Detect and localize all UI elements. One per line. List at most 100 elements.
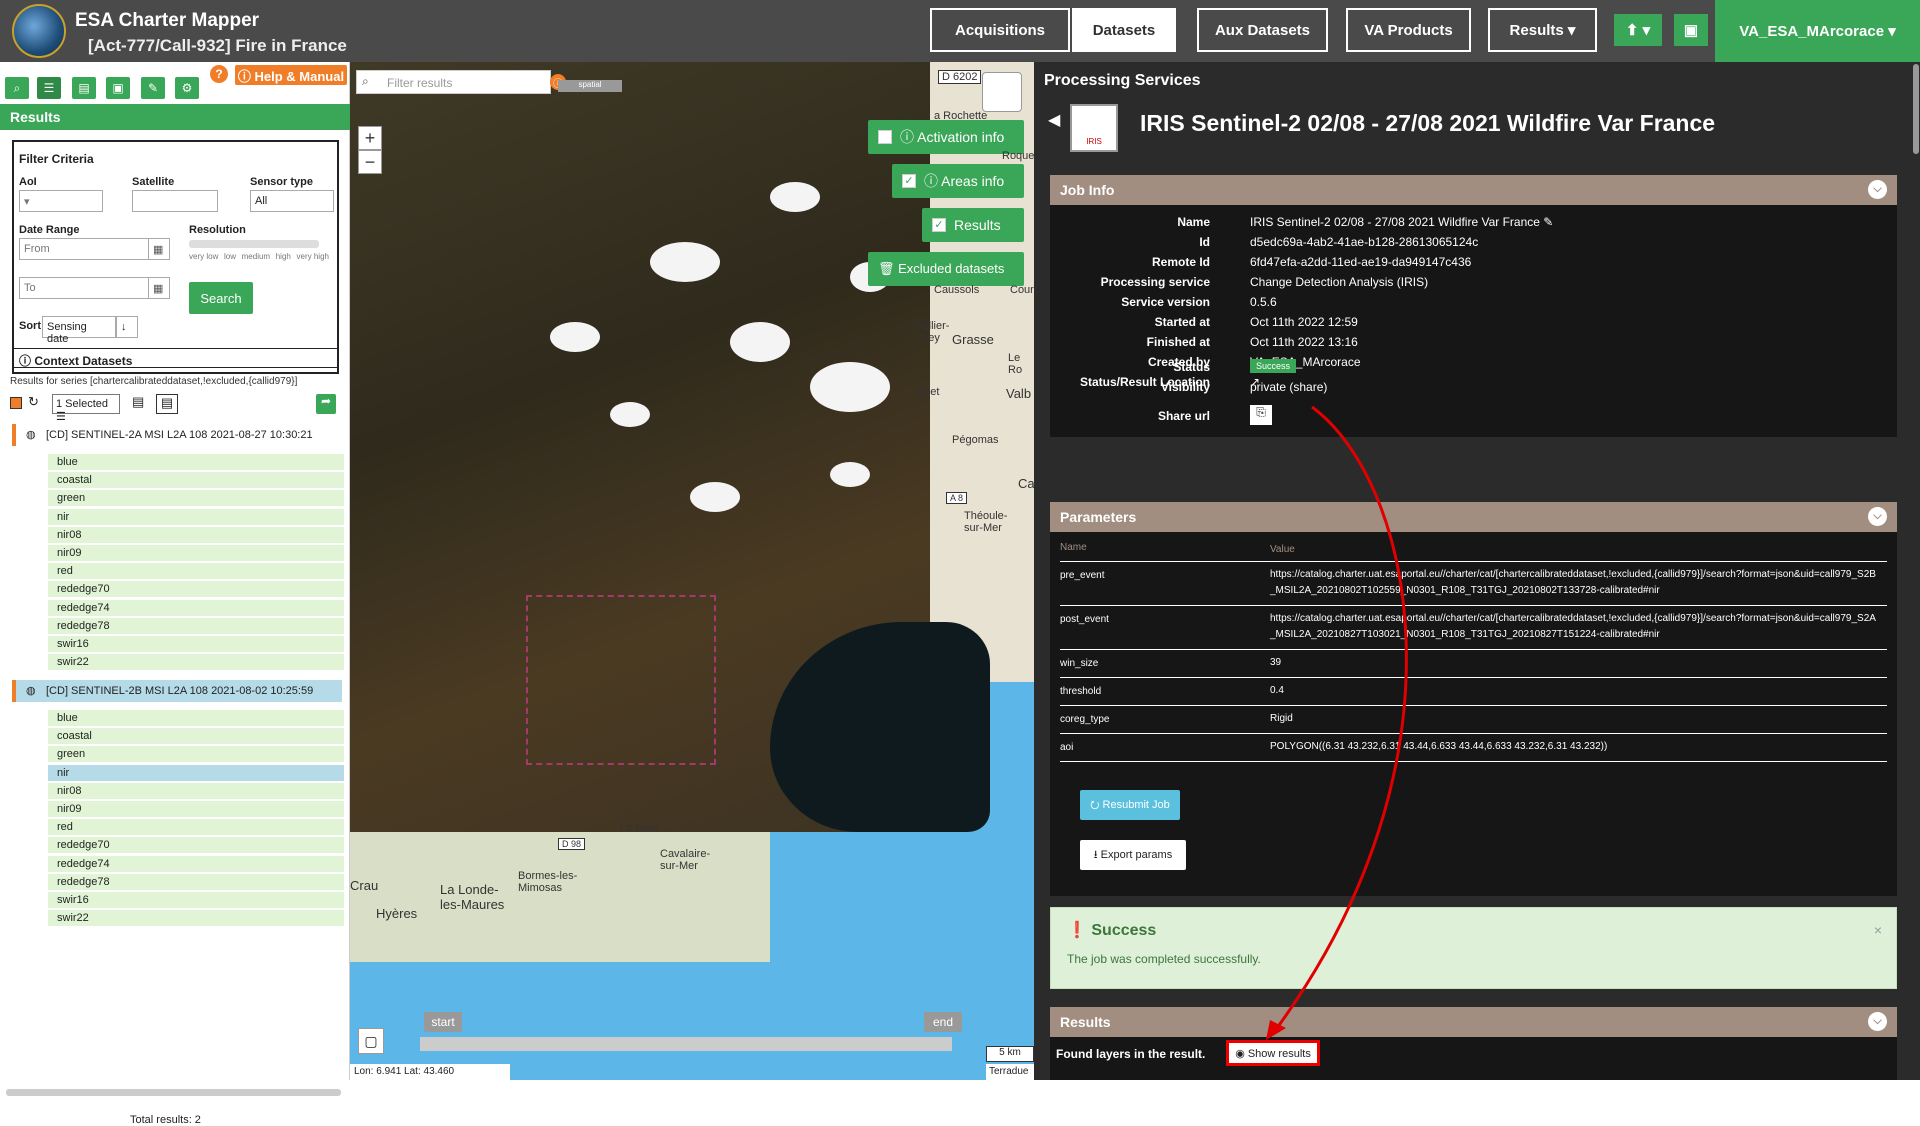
cloud bbox=[770, 182, 820, 212]
band-item[interactable]: red bbox=[48, 819, 344, 837]
checkbox[interactable] bbox=[878, 130, 892, 144]
app-title: ESA Charter Mapper bbox=[75, 10, 260, 31]
band-item[interactable]: nir bbox=[48, 764, 344, 782]
share-icon[interactable]: ➦ bbox=[316, 394, 336, 414]
band-item[interactable]: coastal bbox=[48, 728, 344, 746]
vertical-scrollbar[interactable] bbox=[1913, 64, 1919, 154]
place-label: Vallier- -hiey bbox=[916, 320, 950, 344]
satellite-input[interactable] bbox=[132, 190, 218, 212]
nav-results[interactable]: Results ▾ bbox=[1488, 8, 1597, 52]
nav-datasets[interactable]: Datasets bbox=[1072, 8, 1176, 52]
basket-add-icon[interactable]: ▤ bbox=[132, 394, 144, 410]
band-item[interactable]: swir16 bbox=[48, 892, 344, 909]
band-item[interactable]: blue bbox=[48, 454, 344, 471]
aoi-select[interactable]: ▾ bbox=[19, 190, 103, 212]
cloud bbox=[690, 482, 740, 512]
band-item[interactable]: blue bbox=[48, 710, 344, 727]
search-icon: ⌕ bbox=[362, 74, 369, 88]
filter-title: Filter Criteria bbox=[19, 152, 94, 166]
band-item[interactable]: nir09 bbox=[48, 545, 344, 562]
archive-icon[interactable]: ▣ bbox=[106, 77, 130, 99]
button-label: ⓘ Areas info bbox=[924, 173, 1005, 189]
search-icon[interactable]: ⌕ bbox=[5, 77, 29, 99]
calendar-icon[interactable]: ▦ bbox=[148, 277, 170, 299]
date-from-input[interactable]: From bbox=[19, 238, 149, 260]
areas-info-button[interactable]: ✓ ⓘ Areas info bbox=[892, 164, 1024, 198]
timeline-start[interactable]: start bbox=[424, 1012, 462, 1032]
gear-icon[interactable]: ⚙ bbox=[175, 77, 199, 99]
band-item[interactable]: green bbox=[48, 746, 344, 764]
refresh-icon[interactable]: ↻ bbox=[28, 394, 39, 410]
band-item[interactable]: rededge78 bbox=[48, 873, 344, 891]
band-item[interactable]: red bbox=[48, 563, 344, 581]
horizontal-scrollbar[interactable] bbox=[6, 1089, 341, 1096]
band-item[interactable]: green bbox=[48, 490, 344, 508]
spatial-tag: spatial bbox=[558, 80, 622, 92]
cloud bbox=[730, 322, 790, 362]
nav-aux-datasets[interactable]: Aux Datasets bbox=[1197, 8, 1328, 52]
place-label: Le Ro bbox=[1008, 352, 1023, 376]
tick-label: medium bbox=[241, 252, 271, 261]
map-view[interactable]: Filter results ⌕ ⓘ spatial + − ⓘ Activat… bbox=[350, 62, 1034, 1080]
band-item[interactable]: nir08 bbox=[48, 526, 344, 544]
sensor-type-select[interactable]: All bbox=[250, 190, 334, 212]
checkbox[interactable]: ✓ bbox=[902, 174, 916, 188]
band-item[interactable]: nir08 bbox=[48, 782, 344, 800]
band-item[interactable]: rededge74 bbox=[48, 855, 344, 873]
zoom-out-button[interactable]: − bbox=[358, 150, 382, 174]
total-results: Total results: 2 bbox=[130, 1114, 201, 1126]
filter-results-input[interactable]: Filter results bbox=[356, 70, 551, 94]
nav-acquisitions[interactable]: Acquisitions bbox=[930, 8, 1070, 52]
band-item[interactable]: nir bbox=[48, 508, 344, 526]
place-label: Valb bbox=[1006, 386, 1032, 401]
sort-select[interactable]: Sensing date bbox=[42, 316, 116, 345]
dataset-row[interactable]: ◍ [CD] SENTINEL-2A MSI L2A 108 2021-08-2… bbox=[12, 424, 342, 446]
band-item[interactable]: nir09 bbox=[48, 801, 344, 818]
place-label: Grasse bbox=[952, 332, 994, 347]
tool-row: ⌕ ☰ ▤ ▣ ✎ ⚙ ? ⓘ Help & Manual bbox=[0, 62, 350, 102]
resolution-label: Resolution bbox=[189, 224, 246, 236]
basket-remove-icon[interactable]: ▤ bbox=[156, 394, 178, 414]
search-button[interactable]: Search bbox=[189, 282, 253, 314]
button-label: Results bbox=[954, 217, 1001, 233]
draw-rectangle-icon[interactable]: ▢ bbox=[358, 1028, 384, 1054]
aoi-label: AoI bbox=[19, 176, 37, 188]
band-item[interactable]: swir16 bbox=[48, 636, 344, 653]
band-item[interactable]: coastal bbox=[48, 472, 344, 490]
band-item[interactable]: swir22 bbox=[48, 910, 344, 928]
band-item[interactable]: rededge70 bbox=[48, 581, 344, 599]
selected-dropdown[interactable]: 1 Selected ☰ bbox=[52, 394, 120, 423]
timeline-end[interactable]: end bbox=[924, 1012, 962, 1032]
nav-va-products[interactable]: VA Products bbox=[1346, 8, 1471, 52]
basket-icon[interactable]: ▤ bbox=[72, 77, 96, 99]
pencil-icon[interactable]: ✎ bbox=[141, 77, 165, 99]
band-item[interactable]: swir22 bbox=[48, 654, 344, 672]
dataset-row[interactable]: ◍ [CD] SENTINEL-2B MSI L2A 108 2021-08-0… bbox=[12, 680, 342, 702]
place-label: Hyères bbox=[376, 906, 418, 921]
globe-icon: ◍ bbox=[26, 429, 36, 441]
list-icon[interactable]: ☰ bbox=[37, 77, 61, 99]
calendar-icon[interactable]: ▦ bbox=[148, 238, 170, 260]
resolution-slider[interactable] bbox=[189, 240, 319, 248]
user-menu[interactable]: VA_ESA_MArcorace ▾ bbox=[1715, 0, 1920, 62]
band-item[interactable]: rededge78 bbox=[48, 617, 344, 635]
timeline-slider[interactable] bbox=[420, 1037, 952, 1051]
date-range-label: Date Range bbox=[19, 224, 80, 236]
briefcase-button[interactable]: ▣ bbox=[1674, 14, 1708, 46]
upload-button[interactable]: ⬆ ▾ bbox=[1614, 14, 1662, 46]
help-question-icon[interactable]: ? bbox=[210, 65, 228, 83]
band-item[interactable]: rededge70 bbox=[48, 837, 344, 855]
sort-direction-icon[interactable]: ↓ bbox=[116, 316, 138, 338]
select-all-checkbox[interactable] bbox=[10, 397, 22, 409]
cloud bbox=[550, 322, 600, 352]
band-item[interactable]: rededge74 bbox=[48, 599, 344, 617]
excluded-datasets-button[interactable]: 🗑 Excluded datasets bbox=[868, 252, 1024, 286]
layers-icon[interactable] bbox=[982, 72, 1022, 112]
checkbox[interactable]: ✓ bbox=[932, 218, 946, 232]
zoom-in-button[interactable]: + bbox=[358, 126, 382, 150]
results-layer-button[interactable]: ✓ Results bbox=[922, 208, 1024, 242]
activation-info-button[interactable]: ⓘ Activation info bbox=[868, 120, 1024, 154]
help-manual-button[interactable]: ⓘ Help & Manual bbox=[235, 65, 347, 85]
cloud bbox=[830, 462, 870, 487]
date-to-input[interactable]: To bbox=[19, 277, 149, 299]
